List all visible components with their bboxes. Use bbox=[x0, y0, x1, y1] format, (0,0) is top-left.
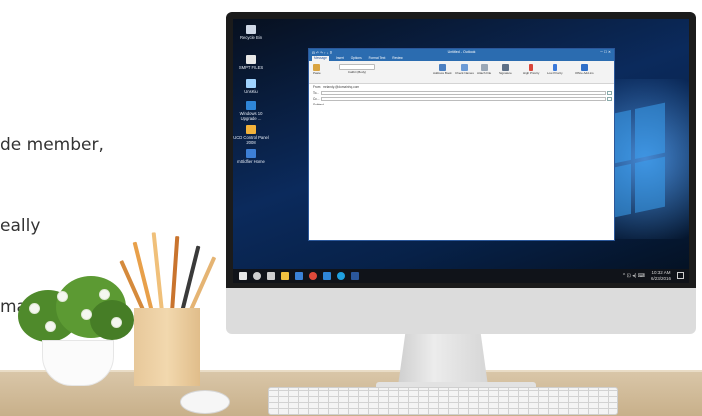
address-book-icon[interactable] bbox=[607, 91, 612, 95]
address-book-icon[interactable] bbox=[607, 97, 612, 101]
task-view-icon[interactable] bbox=[267, 272, 275, 280]
pencil bbox=[170, 236, 180, 313]
cc-field[interactable] bbox=[321, 97, 606, 101]
desktop-icon-label: UnsKiu bbox=[244, 89, 258, 94]
ribbon: Paste Calibri (Body) Address Book Check … bbox=[309, 61, 614, 84]
paste-label: Paste bbox=[313, 71, 321, 75]
skype-icon[interactable] bbox=[337, 272, 345, 280]
monitor-stand bbox=[398, 334, 488, 386]
pencil-holder bbox=[134, 308, 200, 386]
attach-icon bbox=[480, 64, 488, 71]
store-icon[interactable] bbox=[295, 272, 303, 280]
flower bbox=[30, 304, 39, 313]
mail-icon[interactable] bbox=[323, 272, 331, 280]
desktop-icon-label: SMPT FILES bbox=[238, 65, 264, 70]
desktop-icon-label: mSldfier Home bbox=[237, 159, 265, 164]
office-addins-button[interactable]: Office Add-ins bbox=[575, 64, 594, 75]
chrome-icon[interactable] bbox=[309, 272, 317, 280]
file-icon bbox=[246, 55, 256, 64]
signature-icon bbox=[501, 64, 509, 71]
low-priority-icon bbox=[552, 64, 557, 71]
message-body[interactable] bbox=[309, 105, 614, 240]
flower bbox=[46, 322, 55, 331]
signature-label: Signature bbox=[499, 71, 512, 75]
clock[interactable]: 10:32 AM 6/23/2016 bbox=[651, 270, 671, 282]
low-priority-button[interactable]: Low Priority bbox=[547, 64, 563, 75]
flower bbox=[82, 310, 91, 319]
high-priority-button[interactable]: High Priority bbox=[523, 64, 539, 75]
check-names-label: Check Names bbox=[455, 71, 474, 75]
flower bbox=[58, 292, 67, 301]
file-explorer-icon[interactable] bbox=[281, 272, 289, 280]
outlook-icon[interactable] bbox=[351, 272, 359, 280]
address-book-icon bbox=[438, 64, 446, 71]
keyboard bbox=[268, 387, 618, 415]
window-controls[interactable]: ─ ☐ ✕ bbox=[600, 49, 611, 56]
font-selector[interactable]: Calibri (Body) bbox=[337, 64, 377, 74]
check-names-button[interactable]: Check Names bbox=[455, 64, 474, 75]
system-tray[interactable]: ^ ⊡ ◂) ⌨ bbox=[623, 273, 645, 279]
desktop-icon-app[interactable]: mSldfier Home bbox=[233, 149, 269, 164]
pencil bbox=[132, 241, 154, 313]
desktop-icon-windows-upgrade[interactable]: Windows 10 Upgrade ... bbox=[233, 101, 269, 121]
windows-upgrade-icon bbox=[246, 101, 256, 110]
paste-icon bbox=[313, 64, 321, 71]
pencil bbox=[180, 245, 201, 313]
signature-button[interactable]: Signature bbox=[499, 64, 512, 75]
scene: de member, eally mail body is Recycle Bi… bbox=[0, 0, 702, 416]
low-priority-label: Low Priority bbox=[547, 71, 563, 75]
outlook-window[interactable]: ⊟ ↶ ↷ ↑ ↓ ⊽ Untitled - Outlook ─ ☐ ✕ Mes… bbox=[308, 48, 615, 241]
flower bbox=[100, 290, 109, 299]
side-text-line-1: de member, bbox=[0, 135, 104, 155]
taskbar: ^ ⊡ ◂) ⌨ 10:32 AM 6/23/2016 bbox=[233, 269, 689, 283]
office-addins-label: Office Add-ins bbox=[575, 71, 594, 75]
desktop-icon-control-panel[interactable]: UCD Control Panel 2008 bbox=[233, 125, 269, 145]
attach-file-button[interactable]: Attach File bbox=[477, 64, 491, 75]
desktop-screen: Recycle Bin SMPT FILES UnsKiu Windows 10… bbox=[233, 19, 689, 283]
desktop-icon-smpt-files[interactable]: SMPT FILES bbox=[233, 55, 269, 70]
recycle-bin-icon bbox=[246, 25, 256, 34]
desktop-icon-recycle-bin[interactable]: Recycle Bin bbox=[233, 25, 269, 40]
monitor-chin bbox=[226, 288, 696, 334]
desktop-icon-label: Windows 10 Upgrade ... bbox=[239, 111, 263, 121]
to-field[interactable] bbox=[321, 91, 606, 95]
flower bbox=[112, 318, 121, 327]
check-names-icon bbox=[460, 64, 468, 71]
paste-button[interactable]: Paste bbox=[313, 64, 321, 75]
window-title: Untitled - Outlook bbox=[447, 50, 476, 54]
desktop-icon-label: Recycle Bin bbox=[239, 35, 263, 40]
search-icon[interactable] bbox=[253, 272, 261, 280]
clock-date: 6/23/2016 bbox=[650, 276, 671, 281]
notification-icon[interactable] bbox=[677, 272, 684, 279]
address-book-button[interactable]: Address Book bbox=[433, 64, 452, 75]
high-priority-label: High Priority bbox=[523, 71, 540, 75]
outlook-title-bar: ⊟ ↶ ↷ ↑ ↓ ⊽ Untitled - Outlook ─ ☐ ✕ bbox=[309, 49, 614, 56]
app-icon bbox=[246, 79, 256, 88]
addins-icon bbox=[580, 64, 588, 71]
mouse bbox=[180, 390, 230, 414]
control-panel-icon bbox=[246, 125, 256, 134]
desktop-icon-unskiu[interactable]: UnsKiu bbox=[233, 79, 269, 94]
app-icon-2 bbox=[246, 149, 256, 158]
font-label: Calibri (Body) bbox=[347, 70, 367, 74]
attach-file-label: Attach File bbox=[477, 71, 492, 75]
pencil bbox=[151, 232, 164, 313]
priority-icon bbox=[529, 64, 534, 71]
start-icon[interactable] bbox=[239, 272, 247, 280]
desktop-icon-label: UCD Control Panel 2008 bbox=[233, 135, 269, 145]
side-text-line-2: eally bbox=[0, 216, 41, 236]
address-book-label: Address Book bbox=[433, 71, 452, 75]
